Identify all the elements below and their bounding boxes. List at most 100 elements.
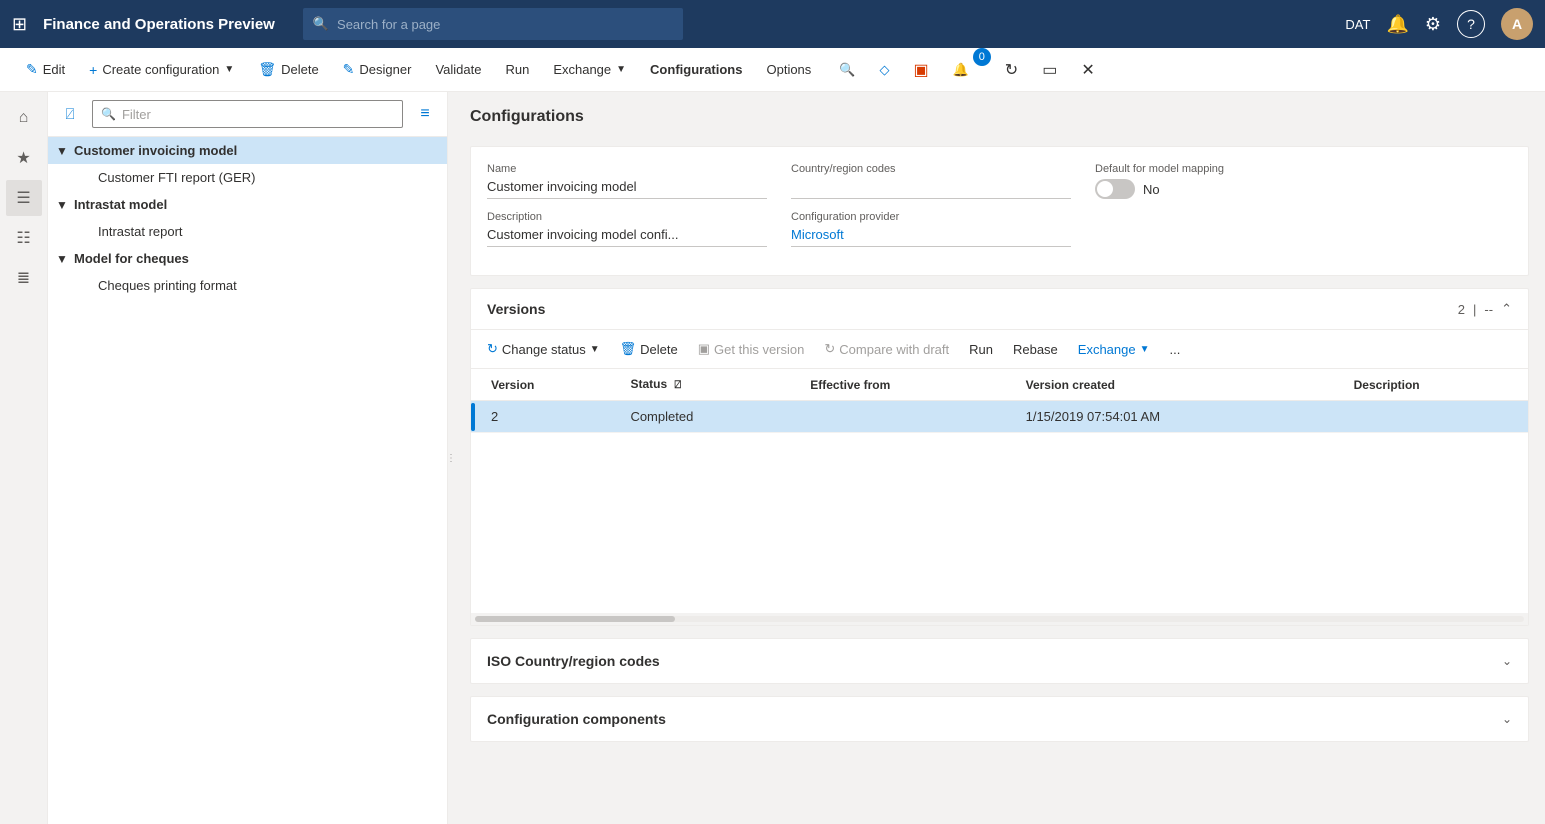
default-mapping-toggle[interactable] [1095,179,1135,199]
form-field-config-provider: Configuration provider Microsoft [791,211,1071,247]
config-components-section: Configuration components ⌄ [470,696,1529,742]
sidebar-list-icon[interactable]: ☰ [6,180,42,216]
create-configuration-button[interactable]: + Create configuration ▼ [79,56,244,84]
versions-more-button[interactable]: ... [1162,337,1189,362]
col-header-indicator [471,369,479,401]
get-version-icon: ▣ [698,341,710,357]
versions-collapse-icon[interactable]: ⌃ [1501,301,1512,317]
versions-dashes: -- [1484,302,1493,317]
config-components-header[interactable]: Configuration components ⌄ [471,697,1528,741]
sidebar-grid-icon[interactable]: ☷ [6,220,42,256]
top-nav-bar: ⊞ Finance and Operations Preview 🔍 DAT 🔔… [0,0,1545,48]
form-field-description: Description Customer invoicing model con… [487,211,767,247]
versions-scrollbar-track[interactable] [475,616,1524,622]
version-number-cell: 2 [479,401,618,433]
configurations-section-title: Configurations [470,108,1529,126]
versions-scrollbar-thumb[interactable] [475,616,675,622]
status-filter-icon[interactable]: ⍁ [674,379,681,391]
global-search-bar[interactable]: 🔍 [303,8,683,40]
versions-run-button[interactable]: Run [961,337,1001,362]
versions-scrollbar-area[interactable] [471,613,1528,625]
help-icon[interactable]: ? [1457,10,1485,38]
iso-country-collapse-icon: ⌄ [1502,654,1512,668]
right-content-area: Configurations Name Customer invoicing m… [454,92,1545,824]
notification-icon[interactable]: 🔔 [1386,14,1408,35]
sort-icon-button[interactable]: ≡ [411,100,439,128]
name-label: Name [487,163,767,175]
toggle-label: No [1143,182,1160,197]
user-avatar[interactable]: A [1501,8,1533,40]
designer-icon: ✎ [343,61,355,78]
filter-input-wrapper: 🔍 [92,100,403,128]
versions-delete-button[interactable]: 🗑 Delete [612,336,686,362]
versions-count: 2 [1458,302,1465,317]
app-menu-icon[interactable]: ⊞ [12,14,27,35]
global-search-input[interactable] [337,17,673,32]
col-header-description[interactable]: Description [1342,369,1528,401]
versions-title: Versions [487,301,1450,317]
tree-content: ▼ Customer invoicing model Customer FTI … [48,137,447,824]
version-status-cell: Completed [618,401,798,433]
command-refresh-icon[interactable]: ↻ [995,54,1028,86]
tree-item-intrastat-report[interactable]: Intrastat report [48,218,447,245]
run-button[interactable]: Run [495,56,539,83]
command-diamond-icon[interactable]: ◇ [869,56,899,84]
default-mapping-toggle-wrap: No [1095,179,1295,199]
col-header-effective-from[interactable]: Effective from [798,369,1013,401]
delete-button[interactable]: 🗑 Delete [248,55,328,84]
change-status-dropdown: ▼ [590,344,600,355]
settings-icon[interactable]: ⚙ [1425,14,1441,35]
change-status-button[interactable]: ↻ Change status ▼ [479,336,608,362]
edit-button[interactable]: ✎ Edit [16,55,75,84]
delete-icon: 🗑 [258,61,276,78]
tree-item-customer-invoicing-model[interactable]: ▼ Customer invoicing model [48,137,447,164]
validate-button[interactable]: Validate [425,56,491,83]
form-field-name: Name Customer invoicing model [487,163,767,199]
versions-table-empty-area [471,433,1528,613]
tree-item-model-for-cheques[interactable]: ▼ Model for cheques [48,245,447,272]
country-region-value [791,179,1071,199]
versions-exchange-button[interactable]: Exchange ▼ [1070,337,1158,362]
col-header-version-created[interactable]: Version created [1014,369,1342,401]
config-provider-value[interactable]: Microsoft [791,227,1071,247]
configurations-button[interactable]: Configurations [640,56,752,83]
compare-with-draft-button[interactable]: ↻ Compare with draft [816,336,957,362]
command-search-icon[interactable]: 🔍 [829,56,865,84]
command-office-icon[interactable]: ▣ [903,54,938,86]
command-close-icon[interactable]: ✕ [1071,54,1104,86]
config-provider-label: Configuration provider [791,211,1071,223]
row-indicator-bar [471,403,475,431]
description-value: Customer invoicing model confi... [487,227,767,247]
exchange-button[interactable]: Exchange ▼ [543,56,636,83]
versions-delete-icon: 🗑 [620,341,637,357]
tree-item-customer-fti-report[interactable]: Customer FTI report (GER) [48,164,447,191]
tree-panel: ⍁ 🔍 ≡ ▼ Customer invoicing model Custome… [48,92,448,824]
form-row-desc-provider: Description Customer invoicing model con… [487,211,1512,247]
tree-item-intrastat-model[interactable]: ▼ Intrastat model [48,191,447,218]
table-row[interactable]: 2 Completed 1/15/2019 07:54:01 AM [471,401,1528,433]
config-components-collapse-icon: ⌄ [1502,712,1512,726]
versions-separator: | [1473,302,1476,317]
notification-count-badge: 0 [973,48,991,66]
col-header-status[interactable]: Status ⍁ [618,369,798,401]
create-config-dropdown-icon: ▼ [224,64,234,75]
sidebar-favorite-icon[interactable]: ★ [6,140,42,176]
versions-header: Versions 2 | -- ⌃ [471,289,1528,330]
designer-button[interactable]: ✎ Designer [333,55,422,84]
col-header-version[interactable]: Version [479,369,618,401]
options-button[interactable]: Options [756,56,821,83]
form-field-default-mapping: Default for model mapping No [1095,163,1295,199]
filter-icon-button[interactable]: ⍁ [56,100,84,128]
iso-country-header[interactable]: ISO Country/region codes ⌄ [471,639,1528,683]
form-row-name-country: Name Customer invoicing model Country/re… [487,163,1512,199]
tree-item-cheques-printing-format[interactable]: Cheques printing format [48,272,447,299]
version-description-cell [1342,401,1528,433]
get-this-version-button[interactable]: ▣ Get this version [690,336,813,362]
command-expand-icon[interactable]: ▭ [1032,54,1067,86]
edit-icon: ✎ [26,61,38,78]
rebase-button[interactable]: Rebase [1005,337,1066,362]
tree-filter-input[interactable] [122,107,394,122]
toggle-thumb [1097,181,1113,197]
sidebar-chart-icon[interactable]: ≣ [6,260,42,296]
sidebar-home-icon[interactable]: ⌂ [6,100,42,136]
